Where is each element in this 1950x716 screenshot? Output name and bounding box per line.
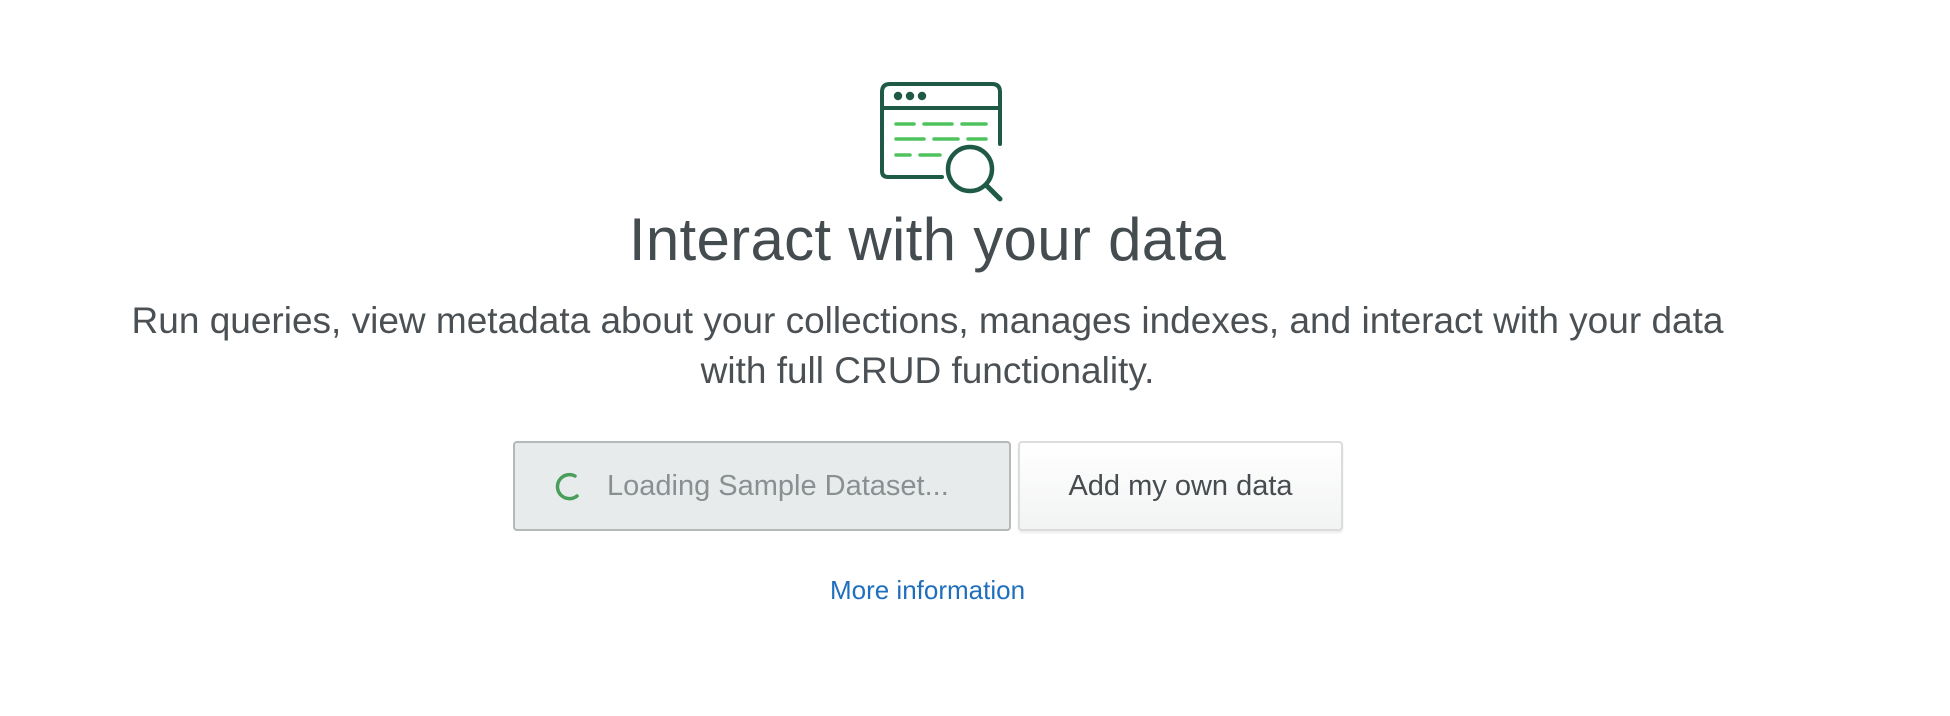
empty-state-description: Run queries, view metadata about your co… [131,300,1724,391]
load-sample-dataset-button[interactable]: Loading Sample Dataset... [513,441,1011,531]
empty-state-actions: Loading Sample Dataset... Add my own dat… [513,441,1343,531]
browser-window-search-icon [880,82,1003,202]
more-information-link[interactable]: More information [0,572,1855,608]
load-sample-dataset-label: Loading Sample Dataset... [607,469,949,502]
spinner-icon [555,472,579,501]
add-my-own-data-button[interactable]: Add my own data [1018,441,1343,531]
empty-state-panel: Interact with your data Run queries, vie… [0,0,1855,716]
add-my-own-data-label: Add my own data [1068,469,1293,502]
empty-state-title: Interact with your data [628,206,1227,273]
